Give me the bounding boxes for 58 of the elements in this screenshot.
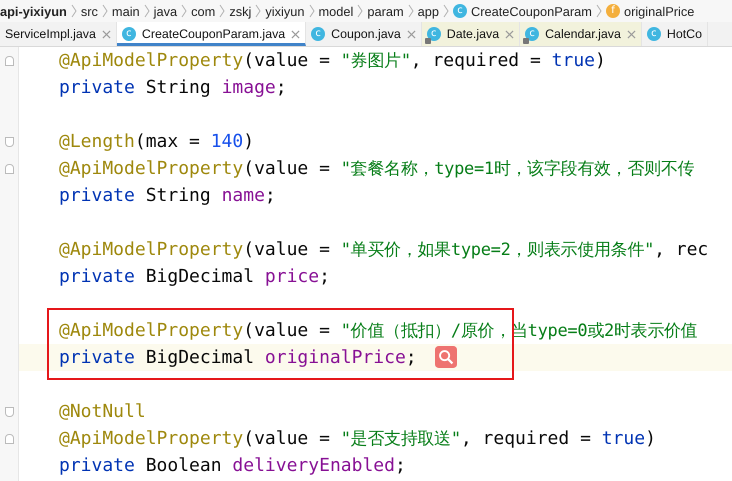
code-line: @ApiModelProperty(value = "是否支持取送", required = true) [59, 427, 656, 451]
chevron-icon [219, 4, 226, 18]
code-line: private BigDecimal originalPrice; [59, 346, 417, 370]
chevron-icon [308, 4, 315, 18]
fold-marker-icon[interactable] [4, 406, 14, 416]
chevron-icon [181, 4, 188, 18]
chevron-icon [255, 4, 262, 18]
code-line: private BigDecimal price; [59, 265, 330, 289]
fold-marker-icon[interactable] [4, 56, 14, 66]
code-line: @NotNull [59, 400, 146, 424]
chevron-icon [357, 4, 364, 18]
breadcrumb-item[interactable]: java [154, 4, 178, 18]
code-line: @ApiModelProperty(value = "价值（抵扣）/原价，当type=0或2时表示价值 [59, 319, 698, 343]
breadcrumb-item[interactable]: zskj [229, 4, 252, 18]
code-line: private Boolean deliveryEnabled; [59, 454, 406, 478]
breadcrumb-item[interactable]: model [318, 4, 354, 18]
editor-tab[interactable]: c HotCo [642, 22, 708, 46]
class-icon: c [453, 4, 468, 18]
class-icon: c [122, 27, 136, 41]
breadcrumb-item[interactable]: src [80, 4, 98, 18]
close-icon[interactable] [102, 30, 111, 38]
close-icon[interactable] [505, 30, 514, 38]
breadcrumb-item[interactable]: yixiyun [265, 4, 305, 18]
breadcrumb-item[interactable]: originalPrice [624, 4, 694, 18]
fold-marker-icon[interactable] [4, 164, 14, 174]
class-icon: c [525, 27, 540, 41]
editor-tab[interactable]: c Calendar.java [520, 22, 642, 46]
chevron-icon [443, 4, 450, 18]
chevron-icon [408, 4, 414, 18]
fold-marker-icon[interactable] [4, 434, 14, 444]
breadcrumb-item[interactable]: CreateCouponParam [471, 4, 592, 18]
chevron-icon [144, 4, 150, 18]
breadcrumb-item[interactable]: param [367, 4, 404, 18]
code-line: private String image; [59, 76, 287, 100]
editor-tab[interactable]: c CreateCouponParam.java [116, 22, 306, 46]
class-icon: c [426, 27, 441, 41]
code-line: @ApiModelProperty(value = "套餐名称，type=1时，该字段有效，否则不传 [59, 157, 694, 181]
code-line: @ApiModelProperty(value = "券图片", required = true) [59, 49, 606, 73]
editor-tab[interactable]: c Coupon.java [306, 22, 422, 46]
code-line: @Length(max = 140) [59, 130, 254, 154]
close-icon[interactable] [626, 30, 636, 38]
field-icon: f [606, 4, 620, 18]
breadcrumb-item[interactable]: main [112, 4, 140, 18]
editor-tab[interactable]: c Date.java [422, 22, 520, 46]
code-line: private String name; [59, 184, 276, 208]
fold-marker-icon[interactable] [4, 136, 14, 146]
class-icon: c [646, 27, 661, 41]
breadcrumb-item[interactable]: app [418, 4, 440, 18]
chevron-icon [70, 4, 77, 18]
breadcrumb-item[interactable]: api-yixiyun [0, 4, 67, 18]
chevron-icon [102, 4, 108, 18]
close-icon[interactable] [291, 30, 300, 38]
chevron-icon [596, 4, 602, 18]
breadcrumb-item[interactable]: com [191, 4, 216, 18]
search-icon[interactable] [435, 346, 457, 368]
class-icon: c [311, 27, 326, 41]
close-icon[interactable] [406, 30, 416, 38]
code-line: @ApiModelProperty(value = "单买价，如果type=2，则表示使用条件", rec [59, 238, 708, 262]
